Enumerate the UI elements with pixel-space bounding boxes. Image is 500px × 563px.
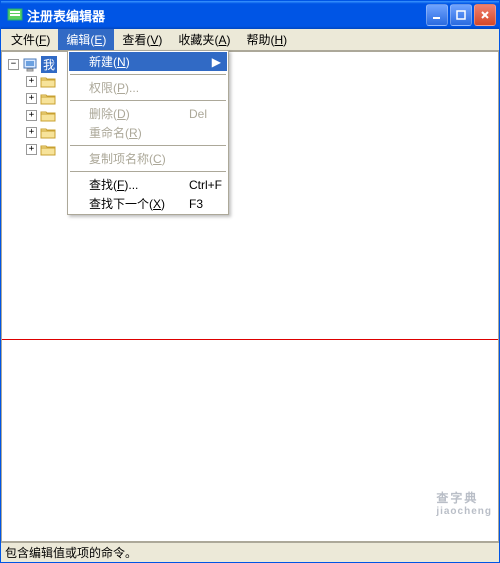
titlebar[interactable]: 注册表编辑器 — [1, 1, 499, 29]
folder-icon — [40, 126, 56, 140]
folder-icon — [40, 92, 56, 106]
maximize-button[interactable] — [450, 4, 472, 26]
minimize-button[interactable] — [426, 4, 448, 26]
window-buttons — [426, 4, 496, 26]
menu-view[interactable]: 查看(V) — [114, 29, 170, 50]
menu-separator — [70, 171, 226, 172]
folder-icon — [40, 143, 56, 157]
menu-copy-key-name: 复制项名称(C) — [69, 149, 227, 168]
close-button[interactable] — [474, 4, 496, 26]
watermark: 查字典 jiaocheng — [436, 489, 492, 517]
menu-help[interactable]: 帮助(H) — [238, 29, 295, 50]
menu-find-next[interactable]: 查找下一个(X) F3 — [69, 194, 227, 213]
collapse-icon[interactable]: − — [8, 59, 19, 70]
menu-edit[interactable]: 编辑(E) — [58, 29, 114, 50]
menu-new[interactable]: 新建(N) ▶ — [69, 52, 227, 71]
expand-icon[interactable]: + — [26, 76, 37, 87]
submenu-arrow-icon: ▶ — [212, 55, 221, 69]
menu-file[interactable]: 文件(F) — [3, 29, 58, 50]
expand-icon[interactable]: + — [26, 110, 37, 121]
window-title: 注册表编辑器 — [27, 6, 426, 25]
statusbar: 包含编辑值或项的命令。 — [1, 542, 499, 562]
menu-permissions: 权限(P)... — [69, 78, 227, 97]
computer-icon — [22, 57, 38, 73]
status-text: 包含编辑值或项的命令。 — [5, 544, 137, 561]
menu-delete: 删除(D) Del — [69, 104, 227, 123]
menu-separator — [70, 74, 226, 75]
folder-icon — [40, 75, 56, 89]
folder-icon — [40, 109, 56, 123]
app-icon — [7, 7, 23, 23]
separator-line — [2, 339, 498, 340]
menu-separator — [70, 145, 226, 146]
menu-favorites[interactable]: 收藏夹(A) — [170, 29, 238, 50]
expand-icon[interactable]: + — [26, 93, 37, 104]
tree-root-label[interactable]: 我 — [41, 56, 57, 73]
menubar: 文件(F) 编辑(E) 查看(V) 收藏夹(A) 帮助(H) — [1, 29, 499, 51]
registry-editor-window: 注册表编辑器 文件(F) 编辑(E) 查看(V) 收藏夹(A) 帮助(H) − … — [0, 0, 500, 563]
expand-icon[interactable]: + — [26, 127, 37, 138]
expand-icon[interactable]: + — [26, 144, 37, 155]
menu-find[interactable]: 查找(F)... Ctrl+F — [69, 175, 227, 194]
edit-menu-dropdown: 新建(N) ▶ 权限(P)... 删除(D) Del 重命名(R) 复制项名称(… — [67, 50, 229, 215]
menu-rename: 重命名(R) — [69, 123, 227, 142]
menu-separator — [70, 100, 226, 101]
